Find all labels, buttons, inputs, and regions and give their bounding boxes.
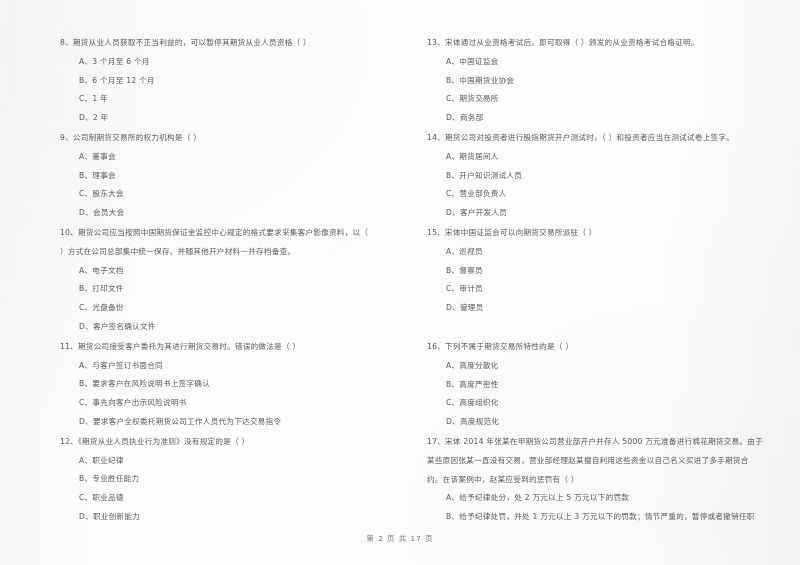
question-15-option-b[interactable]: B、督察员 (427, 262, 772, 281)
question-16-option-d[interactable]: D、高度规范化 (427, 413, 772, 432)
question-9-option-b[interactable]: B、理事会 (60, 167, 405, 186)
question-9-option-a[interactable]: A、董事会 (60, 148, 405, 167)
question-14-option-d[interactable]: D、客户开发人员 (427, 204, 772, 223)
question-15-option-c[interactable]: C、审计员 (427, 280, 772, 299)
left-question-column: 8、期货从业人员获取不正当利益的，可以暂停其期货从业人员资格（ ） A、3 个月… (60, 34, 405, 565)
question-10-stem-line2: ）方式在公司总部集中统一保存。并随其他开户材料一并存档备查。 (60, 246, 296, 256)
question-10-option-c[interactable]: C、光盘备份 (60, 299, 405, 318)
question-15-option-d[interactable]: D、管理员 (427, 299, 772, 318)
question-17-stem: 17、宋体 2014 年张某在甲期货公司营业部开户并存人 5000 万元准备进行… (427, 436, 763, 446)
question-14: 14、期货公司对投资者进行股指期货开户测试时，（ ）和投资者应当在测试试卷上签字… (427, 129, 772, 223)
question-8: 8、期货从业人员获取不正当利益的，可以暂停其期货从业人员资格（ ） A、3 个月… (60, 34, 405, 128)
question-16-option-b[interactable]: B、高度严密性 (427, 376, 772, 395)
question-16: 16、下列不属于期货交易所特性的是（ ） A、高度分散化 B、高度严密性 C、高… (427, 338, 772, 432)
question-12-option-b[interactable]: B、专业胜任能力 (60, 470, 405, 489)
question-15-option-a[interactable]: A、巡视员 (427, 243, 772, 262)
question-16-option-a[interactable]: A、高度分散化 (427, 357, 772, 376)
question-16-stem: 16、下列不属于期货交易所特性的是（ ） (427, 341, 574, 351)
exam-page-columns: 8、期货从业人员获取不正当利益的，可以暂停其期货从业人员资格（ ） A、3 个月… (0, 0, 800, 565)
question-9-option-c[interactable]: C、股东大会 (60, 185, 405, 204)
question-8-option-d[interactable]: D、2 年 (60, 109, 405, 128)
question-13-option-a[interactable]: A、中国证监会 (427, 53, 772, 72)
question-9-stem: 9、公司制期货交易所的权力机构是（ ） (60, 132, 202, 142)
page-footer: 第 2 页 共 17 页 (366, 534, 434, 543)
question-12-option-d[interactable]: D、职业创新能力 (60, 508, 405, 527)
question-13-option-d[interactable]: D、商务部 (427, 109, 772, 128)
question-9: 9、公司制期货交易所的权力机构是（ ） A、董事会 B、理事会 C、股东大会 D… (60, 129, 405, 223)
question-12: 12、《期货从业人员执业行为准则》没有规定的是（ ） A、职业纪律 B、专业胜任… (60, 433, 405, 527)
question-12-option-a[interactable]: A、职业纪律 (60, 452, 405, 471)
question-8-stem: 8、期货从业人员获取不正当利益的，可以暂停其期货从业人员资格（ ） (60, 38, 311, 47)
question-11-stem: 11、期货公司接受客户委托为其进行期货交易时。错误的做法是（ ） (60, 341, 301, 351)
question-15: 15、宋体中国证监会可以向期货交易所派驻（ ） A、巡视员 B、督察员 C、审计… (427, 224, 772, 318)
question-17: 17、宋体 2014 年张某在甲期货公司营业部开户并存人 5000 万元准备进行… (427, 433, 772, 527)
question-16-option-c[interactable]: C、高度组织化 (427, 394, 772, 413)
question-11-option-b[interactable]: B、要求客户在风险说明书上签字确认 (60, 375, 405, 394)
question-12-option-c[interactable]: C、职业品德 (60, 489, 405, 508)
question-17-stem-line2: 某些原因张某一直没有交易，营业部经理赵某擅自利用这些资金以自己名义买进了多手期货… (427, 455, 749, 465)
question-11: 11、期货公司接受客户委托为其进行期货交易时。错误的做法是（ ） A、与客户签订… (60, 338, 405, 432)
question-17-option-b[interactable]: B、给予纪律处罚，并处 1 万元以上 3 万元以下的罚款；情节严重的，暂停或者撤… (427, 508, 772, 527)
question-13-option-b[interactable]: B、中国期货业协会 (427, 72, 772, 91)
question-14-option-b[interactable]: B、开户知识测试人员 (427, 167, 772, 186)
question-13: 13、宋体通过从业资格考试后。即可取得（ ）颁发的从业资格考试合格证明。 A、中… (427, 34, 772, 128)
question-14-stem: 14、期货公司对投资者进行股指期货开户测试时，（ ）和投资者应当在测试试卷上签字… (427, 132, 735, 142)
question-10-option-b[interactable]: B、打印文件 (60, 280, 405, 299)
question-14-option-c[interactable]: C、营业部负责人 (427, 185, 772, 204)
question-17-stem-line3: 约。在该案例中，赵某应受到的惩罚有（ ） (427, 474, 579, 484)
question-9-option-d[interactable]: D、会员大会 (60, 204, 405, 223)
question-13-option-c[interactable]: C、期货交易所 (427, 90, 772, 109)
question-14-option-a[interactable]: A、期货居间人 (427, 148, 772, 167)
question-11-option-c[interactable]: C、事先向客户出示风险说明书 (60, 394, 405, 413)
question-11-option-a[interactable]: A、与客户签订书面合同 (60, 357, 405, 376)
question-10-option-d[interactable]: D、客户签名确认文件 (60, 318, 405, 337)
question-8-option-c[interactable]: C、1 年 (60, 90, 405, 109)
question-15-stem: 15、宋体中国证监会可以向期货交易所派驻（ ） (427, 227, 597, 237)
question-17-option-a[interactable]: A、给予纪律处分，处 2 万元以上 5 万元以下的罚款 (427, 489, 772, 508)
right-question-column: 13、宋体通过从业资格考试后。即可取得（ ）颁发的从业资格考试合格证明。 A、中… (427, 34, 772, 565)
question-10-option-a[interactable]: A、电子文档 (60, 262, 405, 281)
question-10-stem: 10、期货公司应当按照中国期货保证金监控中心规定的格式要求采集客户影像资料，以（ (60, 227, 369, 237)
question-12-stem: 12、《期货从业人员执业行为准则》没有规定的是（ ） (60, 436, 250, 446)
question-10: 10、期货公司应当按照中国期货保证金监控中心规定的格式要求采集客户影像资料，以（… (60, 224, 405, 337)
column-gap-spacer (427, 319, 772, 338)
question-11-option-d[interactable]: D、要求客户全权委托期货公司工作人员代为下达交易指令 (60, 413, 405, 432)
question-8-option-b[interactable]: B、6 个月至 12 个月 (60, 72, 405, 91)
question-13-stem: 13、宋体通过从业资格考试后。即可取得（ ）颁发的从业资格考试合格证明。 (427, 38, 699, 47)
question-8-option-a[interactable]: A、3 个月至 6 个月 (60, 53, 405, 72)
